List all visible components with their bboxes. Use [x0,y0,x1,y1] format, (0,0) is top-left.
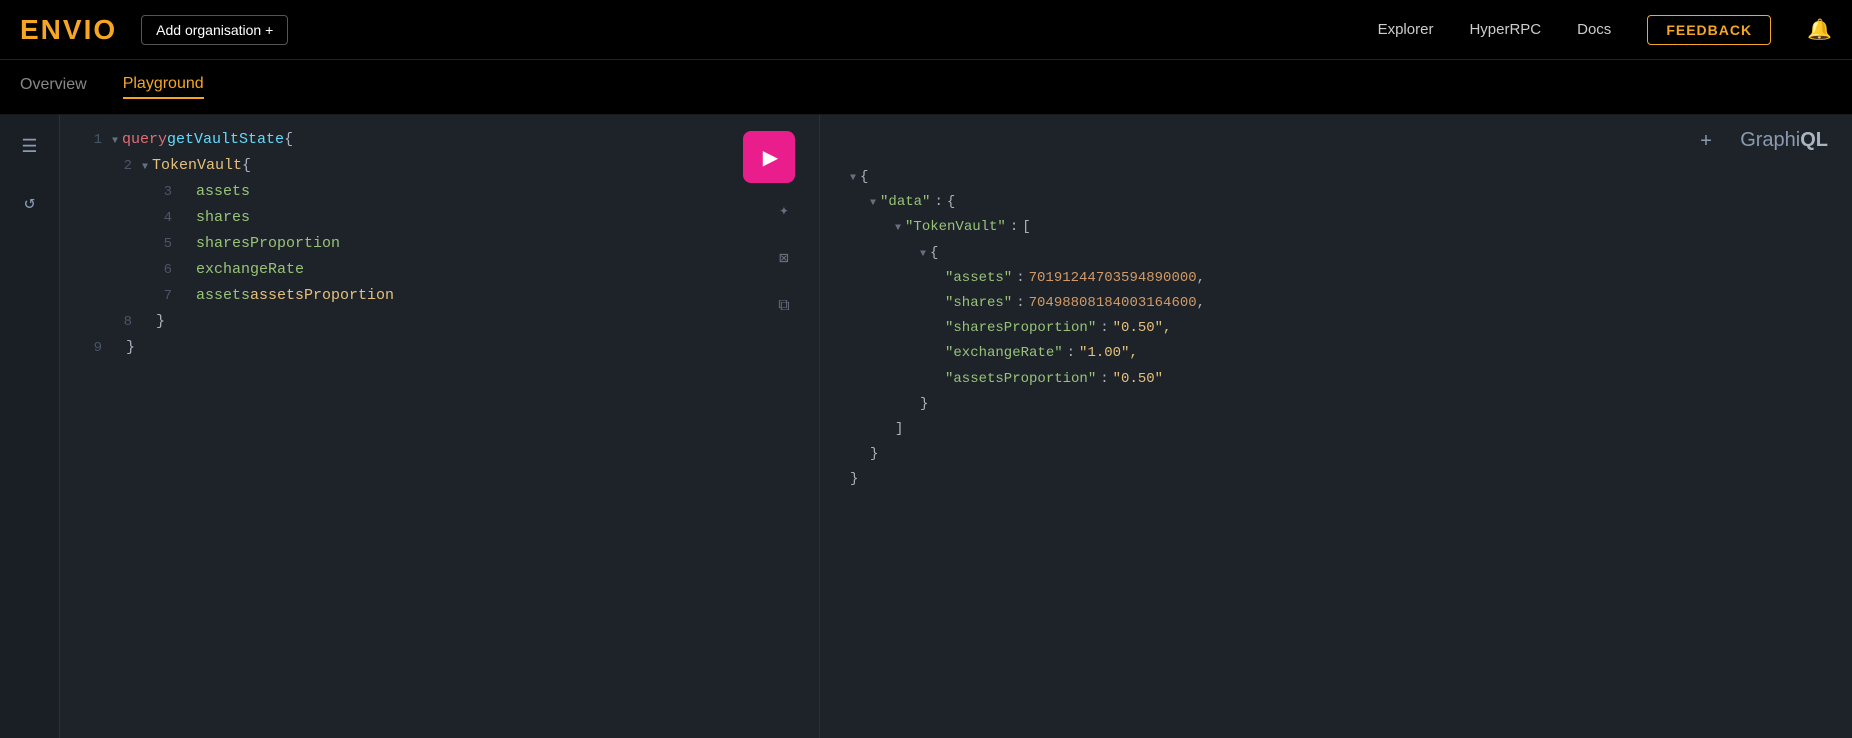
editor-line-7: 7 assets assetsProportion [60,283,819,309]
nav-docs[interactable]: Docs [1577,21,1611,38]
result-line-exchangerate: "exchangeRate" : "1.00", [840,341,1832,366]
clear-icon[interactable]: ⊠ [769,243,799,273]
editor-line-3: 3 assets [60,179,819,205]
magic-icon[interactable]: ✦ [769,195,799,225]
result-line-root-open: ▼ { [840,165,1832,190]
result-line-item-open: ▼ { [840,241,1832,266]
workspace: ☰ ↺ 1 ▼ query getVaultState { 2 ▼ TokenV… [0,115,1852,738]
bell-icon[interactable]: 🔔 [1807,17,1832,43]
run-button[interactable] [743,131,795,183]
editor-line-5: 5 sharesProportion [60,231,819,257]
result-content: ▼ { ▼ "data" : { ▼ "TokenVault" : [ ▼ { [820,115,1852,508]
editor-line-9: 9 } [60,335,819,361]
result-line-item-close: } [840,392,1832,417]
editor-line-2: 2 ▼ TokenVault { [60,153,819,179]
editor-line-1: 1 ▼ query getVaultState { [60,127,819,153]
header-nav: Explorer HyperRPC Docs FEEDBACK 🔔 [1378,15,1832,45]
add-tab-button[interactable]: + [1700,131,1712,154]
result-line-assetsproportion: "assetsProportion" : "0.50" [840,367,1832,392]
tab-overview[interactable]: Overview [20,76,87,98]
result-pane: + GraphiQL ▼ { ▼ "data" : { ▼ "TokenVaul… [820,115,1852,738]
editor-line-4: 4 shares [60,205,819,231]
graphiql-label: GraphiQL [1740,129,1828,152]
result-line-data-close: } [840,442,1832,467]
nav-hyperrpc[interactable]: HyperRPC [1469,21,1541,38]
tab-playground[interactable]: Playground [123,75,204,99]
feedback-button[interactable]: FEEDBACK [1647,15,1771,45]
nav-explorer[interactable]: Explorer [1378,21,1434,38]
collapse-arrow-2[interactable]: ▼ [142,159,148,176]
history-icon[interactable]: ↺ [14,187,46,219]
editor-line-8: 8 } [60,309,819,335]
editor-line-6: 6 exchangeRate [60,257,819,283]
result-line-assets: "assets" : 70191244703594890000, [840,266,1832,291]
editor-content[interactable]: 1 ▼ query getVaultState { 2 ▼ TokenVault… [60,115,819,373]
add-org-button[interactable]: Add organisation + [141,15,288,45]
copy-icon[interactable]: ⧉ [769,291,799,321]
left-sidebar: ☰ ↺ [0,115,60,738]
result-line-shares: "shares" : 70498808184003164600, [840,291,1832,316]
result-line-tokenvault: ▼ "TokenVault" : [ [840,215,1832,240]
result-line-array-close: ] [840,417,1832,442]
sub-nav: Overview Playground [0,60,1852,115]
result-line-sharesproportion: "sharesProportion" : "0.50", [840,316,1832,341]
result-line-data: ▼ "data" : { [840,190,1832,215]
result-line-root-close: } [840,467,1832,492]
docs-icon[interactable]: ☰ [14,131,46,163]
logo: ENVIO [20,14,117,46]
header: ENVIO Add organisation + Explorer HyperR… [0,0,1852,60]
collapse-arrow-1[interactable]: ▼ [112,133,118,150]
editor-pane: 1 ▼ query getVaultState { 2 ▼ TokenVault… [60,115,820,738]
editor-toolbar: ✦ ⊠ ⧉ [769,195,799,321]
